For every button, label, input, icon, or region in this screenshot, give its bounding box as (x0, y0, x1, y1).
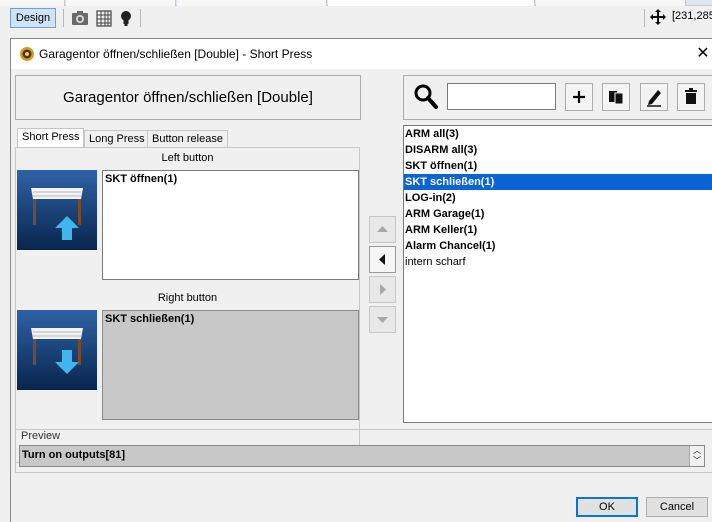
tab-short-press[interactable]: Short Press (17, 128, 85, 148)
mode-list-item[interactable]: LOG-in(2) (404, 190, 712, 206)
preview-spinner[interactable]: ︿ ﹀ (689, 446, 704, 466)
arrow-right-icon (380, 284, 386, 295)
cancel-button[interactable]: Cancel (646, 497, 708, 517)
pencil-icon (647, 90, 661, 107)
move-down-button[interactable] (369, 306, 396, 333)
mode-list-item[interactable]: DISARM all(3) (404, 142, 712, 158)
gear-icon (20, 47, 34, 61)
delete-button[interactable] (677, 83, 705, 111)
document-tab-strip (0, 0, 712, 6)
move-up-button[interactable] (369, 216, 396, 243)
chevron-down-icon[interactable]: ﹀ (690, 456, 704, 466)
search-input[interactable] (447, 83, 556, 110)
dialog-title: Garagentor öffnen/schließen [Double] - S… (39, 47, 313, 61)
assign-left-button[interactable] (369, 246, 396, 273)
assignment-dialog: Garagentor öffnen/schließen [Double] - S… (10, 38, 712, 522)
toolbar-separator (644, 9, 645, 27)
cursor-coordinates: [231,285 (672, 10, 712, 22)
edit-button[interactable] (640, 83, 668, 111)
device-name-banner: Garagentor öffnen/schließen [Double] (15, 75, 361, 120)
mode-list-item[interactable]: Alarm Chancel(1) (404, 238, 712, 254)
mode-list-item[interactable]: ARM Keller(1) (404, 222, 712, 238)
copy-button[interactable] (602, 83, 630, 111)
lightbulb-icon[interactable] (117, 9, 135, 27)
close-button[interactable]: ✕ (695, 45, 711, 63)
building-grid-icon[interactable] (95, 9, 113, 27)
search-icon[interactable] (413, 83, 439, 111)
arrow-left-icon (379, 254, 385, 265)
design-mode-button[interactable]: Design (10, 8, 56, 28)
chevron-up-icon[interactable]: ︿ (690, 446, 704, 456)
right-button-assignment[interactable]: SKT schließen(1) (102, 310, 359, 420)
dialog-titlebar: Garagentor öffnen/schließen [Double] - S… (11, 39, 712, 69)
tab-button-release[interactable]: Button release (147, 130, 228, 148)
left-button-assignment[interactable]: SKT öffnen(1) (102, 170, 359, 280)
mode-list-item[interactable]: SKT öffnen(1) (404, 158, 712, 174)
copy-icon (609, 91, 624, 105)
arrow-down-icon (377, 317, 388, 323)
mode-list-item[interactable]: ARM all(3) (404, 126, 712, 142)
mode-list[interactable]: ARM all(3) DISARM all(3) SKT öffnen(1) SKT … (403, 125, 712, 423)
right-button-label: Right button (157, 292, 218, 304)
toolbar-separator (140, 9, 141, 27)
mode-list-item[interactable]: SKT schließen(1) (404, 174, 712, 190)
trash-icon (685, 88, 697, 104)
ok-button[interactable]: OK (576, 497, 638, 517)
plus-icon (573, 91, 585, 103)
garage-door-close-icon (17, 310, 97, 390)
preview-label: Preview (19, 430, 63, 442)
preview-field[interactable]: Turn on outputs[81] (19, 445, 705, 467)
mode-list-item[interactable]: intern scharf (404, 254, 712, 270)
mode-list-item[interactable]: ARM Garage(1) (404, 206, 712, 222)
camera-icon[interactable] (71, 9, 89, 27)
toolbar-separator (63, 9, 64, 27)
garage-door-open-icon (17, 170, 97, 250)
add-button[interactable] (565, 83, 593, 111)
main-toolbar: Design [231,285 (0, 0, 712, 37)
assign-right-button[interactable] (369, 276, 396, 303)
tab-long-press[interactable]: Long Press (84, 130, 150, 148)
left-button-label: Left button (161, 152, 214, 164)
arrow-up-icon (377, 226, 388, 232)
move-cross-icon (650, 9, 666, 25)
